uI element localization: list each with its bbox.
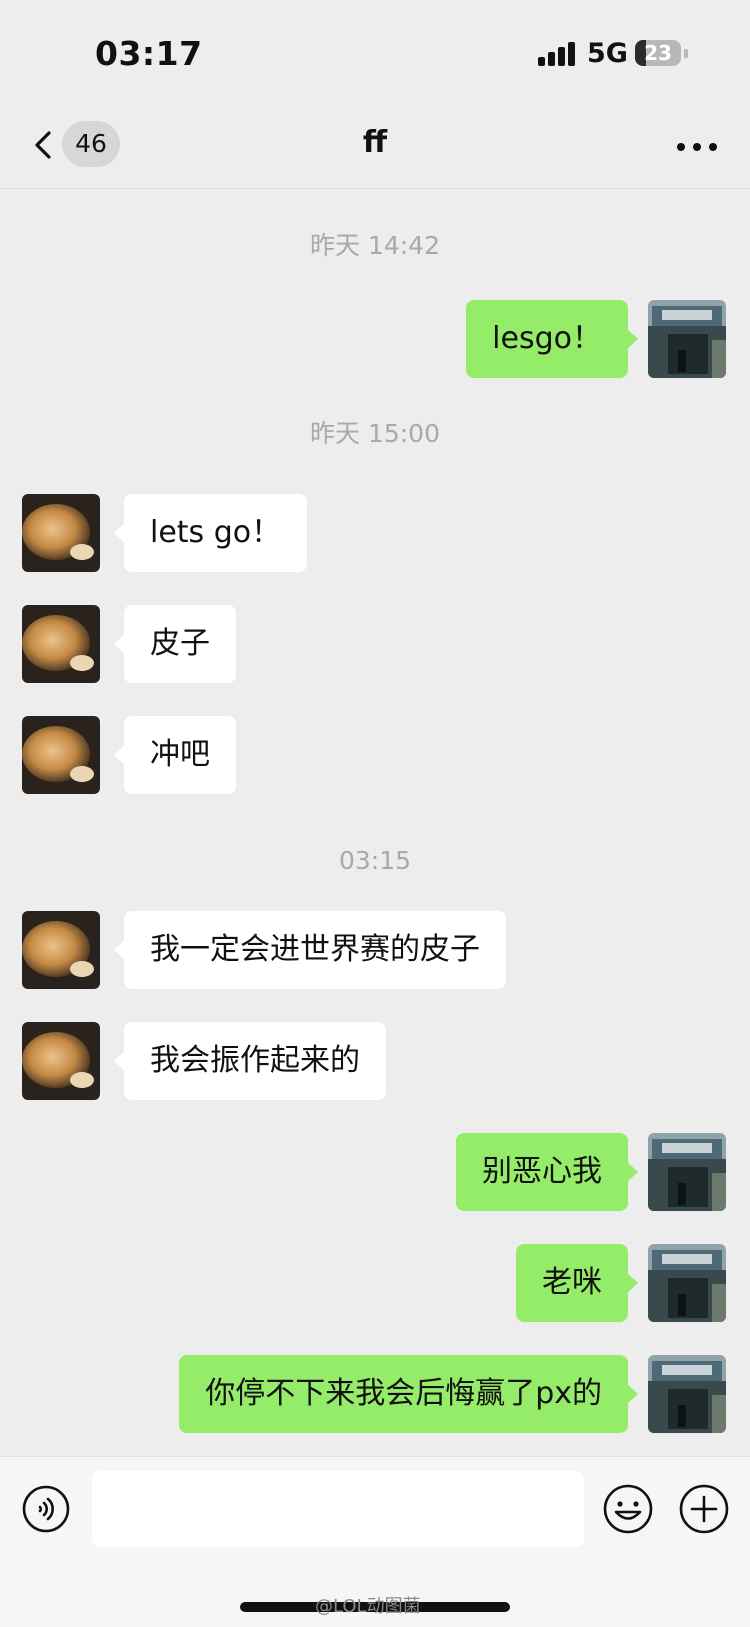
message-bubble-outgoing[interactable]: 你停不下来我会后悔赢了px的 — [179, 1355, 638, 1433]
avatar-contact[interactable] — [22, 494, 100, 572]
signal-icon — [538, 42, 578, 66]
cat-avatar-image — [22, 716, 100, 794]
cat-avatar-image — [22, 605, 100, 683]
chat-header: 46 ff — [0, 105, 750, 189]
message-bubble-incoming[interactable]: lets go！ — [113, 494, 308, 572]
battery-icon: 23 — [635, 40, 681, 66]
chevron-left-icon — [35, 131, 51, 159]
message-bubble-incoming[interactable]: 我一定会进世界赛的皮子 — [114, 911, 506, 989]
avatar-contact[interactable] — [22, 1022, 100, 1100]
cat-avatar-image — [22, 494, 100, 572]
more-dots-icon — [709, 143, 717, 151]
watermark: @LOL动图菌 — [315, 1596, 421, 1617]
network-type: 5G — [587, 38, 628, 69]
more-dots-icon — [677, 143, 685, 151]
message-input[interactable] — [92, 1471, 584, 1547]
message-bubble-outgoing[interactable]: lesgo！ — [466, 300, 638, 378]
message-bubble-outgoing[interactable]: 别恶心我 — [456, 1133, 638, 1211]
emoji-icon[interactable] — [602, 1483, 654, 1535]
message-bubble-outgoing[interactable]: 老咪 — [516, 1244, 638, 1322]
avatar-contact[interactable] — [22, 911, 100, 989]
timestamp: 昨天 15:00 — [310, 419, 440, 448]
avatar-self[interactable] — [648, 1133, 726, 1211]
avatar-contact[interactable] — [22, 605, 100, 683]
message-bubble-incoming[interactable]: 冲吧 — [114, 716, 236, 794]
timestamp: 03:15 — [338, 846, 412, 875]
cat-avatar-image — [22, 1022, 100, 1100]
avatar-self[interactable] — [648, 1244, 726, 1322]
unread-count-badge: 46 — [62, 121, 120, 167]
storefront-avatar-image — [648, 1355, 726, 1433]
cat-avatar-image — [22, 911, 100, 989]
avatar-contact[interactable] — [22, 716, 100, 794]
status-bar: 03:17 5G 23 — [0, 0, 750, 105]
more-button[interactable] — [675, 131, 719, 161]
status-time: 03:17 — [95, 34, 203, 73]
timestamp: 昨天 14:42 — [310, 231, 440, 260]
storefront-avatar-image — [648, 300, 726, 378]
message-bubble-incoming[interactable]: 皮子 — [114, 605, 236, 683]
avatar-self[interactable] — [648, 1355, 726, 1433]
back-button[interactable]: 46 — [26, 121, 126, 169]
message-bubble-incoming[interactable]: 我会振作起来的 — [114, 1022, 386, 1100]
storefront-avatar-image — [648, 1244, 726, 1322]
voice-icon[interactable] — [22, 1485, 70, 1533]
battery-cap — [684, 49, 688, 58]
battery-percent: 23 — [644, 41, 672, 65]
plus-icon[interactable] — [678, 1483, 730, 1535]
more-dots-icon — [693, 143, 701, 151]
storefront-avatar-image — [648, 1133, 726, 1211]
avatar-self[interactable] — [648, 300, 726, 378]
